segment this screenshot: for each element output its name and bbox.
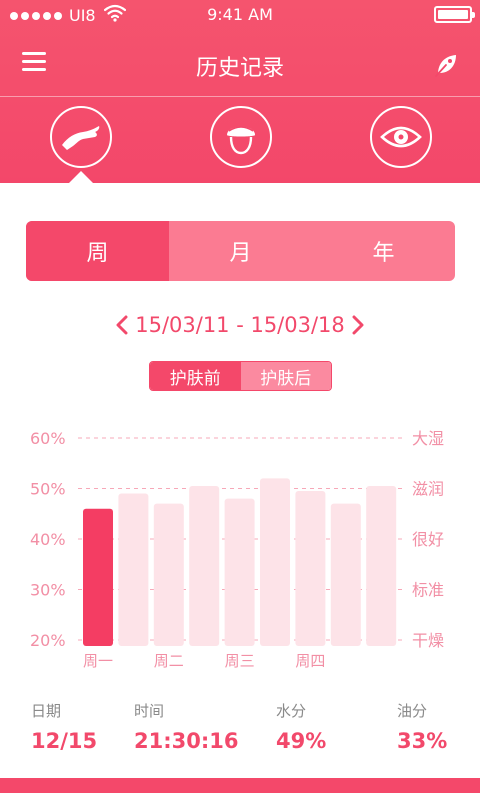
- metric-oil: 油分 33%: [397, 700, 447, 753]
- x-tick-label: 周二: [154, 652, 184, 670]
- x-tick-label: 周四: [295, 652, 325, 670]
- y-right-tick-label: 标准: [412, 581, 444, 600]
- page-title: 历史记录: [195, 56, 284, 81]
- battery-icon: [434, 6, 475, 23]
- metric-moisture-value: 49%: [276, 729, 327, 753]
- y-tick-label: 40%: [30, 530, 66, 549]
- chevron-right-icon[interactable]: [351, 315, 365, 335]
- bar: [260, 478, 290, 646]
- metric-time-value: 21:30:16: [134, 729, 239, 753]
- status-bar: UI8 9:41 AM: [0, 0, 480, 30]
- tab-month[interactable]: 月: [169, 221, 312, 281]
- toggle-before-skincare[interactable]: 护肤前: [150, 362, 241, 390]
- bar: [153, 503, 184, 646]
- metric-date-label: 日期: [31, 702, 62, 720]
- moisture-bar-chart: 20% 干燥 30% 标准 40% 很好 50% 滋润 60% 大湿周一 周二 周三 周四: [30, 429, 444, 670]
- chevron-left-icon[interactable]: [115, 315, 129, 335]
- metric-moisture-label: 水分: [276, 702, 307, 720]
- y-right-tick-label: 干燥: [412, 631, 444, 650]
- nav-bar: 历史记录: [0, 30, 480, 96]
- period-tabs: 周 月 年: [26, 221, 455, 281]
- leaf-share-icon[interactable]: [432, 50, 460, 78]
- metric-oil-label: 油分: [397, 702, 428, 720]
- face-towel-icon: [227, 126, 255, 155]
- x-tick-label: 周三: [225, 652, 255, 670]
- tab-year[interactable]: 年: [312, 221, 455, 281]
- bar: [330, 503, 361, 646]
- bar: [295, 491, 326, 646]
- x-tick-label: 周一: [83, 652, 113, 670]
- y-right-tick-label: 滋润: [412, 480, 444, 499]
- bar: [224, 498, 255, 646]
- y-tick-label: 60%: [30, 429, 66, 448]
- y-tick-label: 30%: [30, 581, 66, 600]
- category-face[interactable]: [210, 106, 272, 168]
- y-tick-label: 50%: [30, 480, 66, 499]
- y-right-tick-label: 很好: [412, 530, 444, 549]
- metric-time: 时间 21:30:16: [134, 700, 238, 753]
- date-range-selector: 15/03/11 - 15/03/18: [0, 310, 480, 340]
- reading-summary: 日期 12/15 时间 21:30:16 水分 49% 油分 33%: [0, 700, 480, 760]
- eye-icon: [380, 126, 422, 148]
- nav-divider: [0, 96, 480, 97]
- bottom-tab-bar: [0, 778, 480, 793]
- bar: [366, 485, 397, 646]
- metric-date: 日期 12/15: [31, 700, 97, 753]
- metric-time-label: 时间: [134, 702, 165, 720]
- date-range-text: 15/03/11 - 15/03/18: [135, 313, 345, 337]
- selected-category-pointer: [69, 171, 93, 183]
- tab-week[interactable]: 周: [26, 221, 169, 281]
- hand-icon: [62, 126, 100, 150]
- skincare-toggle: 护肤前 护肤后: [149, 361, 332, 391]
- bar: [189, 485, 220, 646]
- metric-date-value: 12/15: [31, 729, 98, 753]
- bar: [118, 493, 149, 646]
- category-eye[interactable]: [370, 106, 432, 168]
- status-time: 9:41 AM: [207, 5, 273, 24]
- y-tick-label: 20%: [30, 631, 66, 650]
- metric-oil-value: 33%: [397, 729, 448, 753]
- metric-moisture: 水分 49%: [276, 700, 326, 753]
- bar-selected: [83, 508, 113, 646]
- toggle-after-skincare[interactable]: 护肤后: [240, 362, 331, 390]
- category-hand[interactable]: [50, 106, 112, 168]
- y-right-tick-label: 大湿: [412, 429, 444, 448]
